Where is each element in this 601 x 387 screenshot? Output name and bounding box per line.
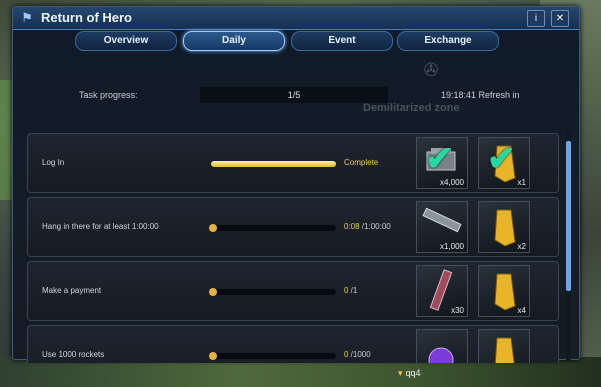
task-status: 0 /1000 [344,350,371,359]
zone-emblem-icon: ✇ [423,60,439,80]
task-progress-value: 1/5 [200,87,388,103]
task-label: Hang in there for at least 1:00:00 [42,222,159,231]
task-status-total: /1:00:00 [359,222,391,231]
task-row: Make a payment 0 /1 x30 x4 [27,261,559,321]
window-title: Return of Hero [41,10,132,25]
task-label: Make a payment [42,286,102,295]
task-status-total: /1000 [348,350,371,359]
task-progress-bar [209,224,336,232]
task-row: Use 1000 rockets 0 /1000 [27,325,559,363]
tab-event[interactable]: Event [291,31,393,51]
titlebar[interactable]: ⚑ Return of Hero i ✕ [13,7,579,30]
task-list[interactable]: Log In Complete ✔ x4,000 ✔ x1 Hang in th… [27,131,563,363]
reward-slot[interactable]: x4 [478,265,530,317]
claimed-check-icon: ✔ [487,140,516,178]
task-status-current: 0:08 [344,222,360,231]
reward-quantity: x1 [517,178,526,187]
task-list-scrollbar[interactable] [566,131,571,361]
task-progress-bar [209,352,336,360]
refresh-timer: 19:18:41 Refresh in [441,90,520,100]
task-progress: Task progress: 1/5 19:18:41 Refresh in [13,87,579,105]
task-status: 0 /1 [344,286,357,295]
progress-marker [209,352,217,360]
reward-quantity: x30 [451,306,464,315]
task-status: Complete [344,158,379,167]
info-button[interactable]: i [527,10,545,27]
task-label: Log In [42,158,65,167]
reward-slot[interactable]: ✔ x1 [478,137,530,189]
return-of-hero-window: ⚑ Return of Hero i ✕ Overview Daily Even… [12,6,580,363]
task-status: 0:08 /1:00:00 [344,222,391,231]
gold-ticket-icon [494,337,515,363]
reward-slot[interactable]: x1,000 [416,201,468,253]
close-button[interactable]: ✕ [551,10,569,27]
task-progress-bar [209,288,336,296]
progress-fill [211,161,336,167]
task-status-total: /1 [348,286,358,295]
tab-overview[interactable]: Overview [75,31,177,51]
scrollbar-thumb[interactable] [566,141,571,291]
reward-quantity: x4,000 [439,178,464,187]
energy-orb-icon [428,347,454,363]
player-tag: ▾ qq4 [398,368,421,379]
claimed-check-icon: ✔ [425,140,454,178]
reward-slot[interactable] [416,329,468,363]
tab-daily[interactable]: Daily [183,31,285,51]
task-row: Hang in there for at least 1:00:00 0:08 … [27,197,559,257]
reward-slot[interactable] [478,329,530,363]
task-progress-bar [211,161,336,167]
tab-bar: Overview Daily Event Exchange [75,31,505,51]
progress-marker [209,224,217,232]
task-row: Log In Complete ✔ x4,000 ✔ x1 [27,133,559,193]
reward-slot[interactable]: ✔ x4,000 [416,137,468,189]
task-progress-label: Task progress: [79,90,138,100]
reward-quantity: x4 [517,306,526,315]
player-name: qq4 [405,368,421,378]
reward-quantity: x2 [517,242,526,251]
player-marker-icon: ▾ [398,368,403,378]
reward-slot[interactable]: x30 [416,265,468,317]
tab-exchange[interactable]: Exchange [397,31,499,51]
window-icon: ⚑ [21,10,33,25]
reward-quantity: x1,000 [439,242,464,251]
reward-slot[interactable]: x2 [478,201,530,253]
task-label: Use 1000 rockets [42,350,105,359]
progress-marker [209,288,217,296]
